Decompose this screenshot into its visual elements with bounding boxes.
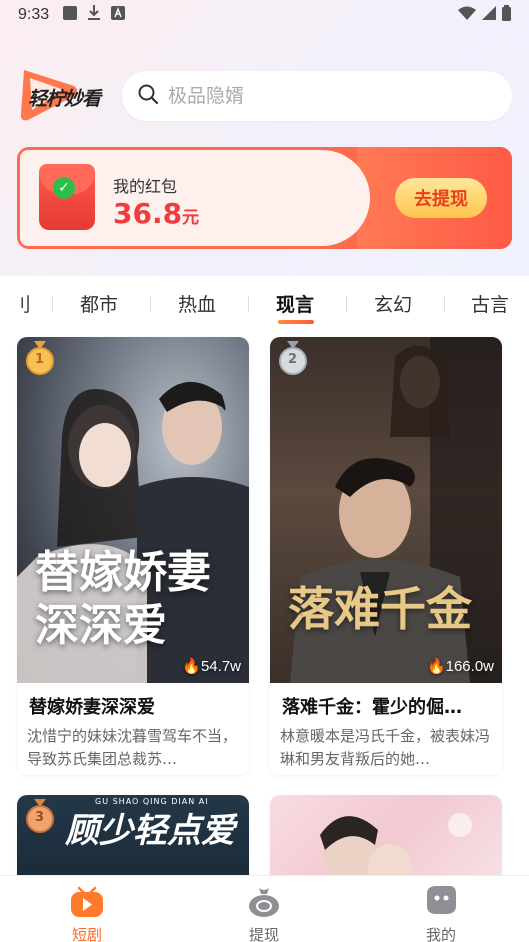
play-count: 🔥166.0w	[426, 658, 494, 675]
nav-label: 短剧	[71, 926, 102, 942]
app-logo: 轻柠妙看	[18, 66, 114, 124]
card-description: 林意暖本是冯氏千金，被表妹冯琳和男友背叛后的她…	[280, 727, 491, 768]
tab-ancient-romance[interactable]: 古言	[471, 290, 509, 317]
money-bag-icon	[247, 888, 281, 922]
nav-label: 提现	[248, 926, 279, 942]
poster-title: 落难千金	[288, 582, 472, 636]
red-packet-card[interactable]: ✓ 我的红包 36.8元 去提现	[17, 147, 512, 249]
tab-partial[interactable]: 刂	[12, 290, 31, 317]
wifi-icon	[458, 6, 476, 24]
logo-text: 轻柠妙看	[28, 88, 101, 110]
status-time: 9:33	[18, 6, 50, 23]
drama-poster[interactable]: 替嫁娇妻 深深爱 1 🔥54.7w	[17, 337, 249, 683]
rank-medal-gold: 1	[25, 341, 55, 375]
search-bar[interactable]	[122, 71, 512, 121]
drama-card[interactable]: 替嫁娇妻 深深爱 1 🔥54.7w 替嫁娇妻深深爱 沈惜宁的妹妹沈暮雪驾车不当，导…	[17, 337, 249, 775]
red-envelope-icon: ✓	[39, 164, 95, 230]
bottom-navigation: 短剧 提现 我的	[0, 875, 529, 942]
drama-card[interactable]	[270, 795, 502, 876]
rank-medal-silver: 2	[278, 341, 308, 375]
rank-medal-bronze: 3	[25, 799, 55, 833]
card-description: 沈惜宁的妹妹沈暮雪驾车不当，导致苏氏集团总裁苏…	[27, 727, 238, 768]
tv-play-icon	[70, 886, 104, 922]
nav-profile[interactable]: 我的	[396, 884, 486, 942]
rank-number: 1	[35, 352, 45, 367]
poster-title: 替嫁娇妻 深深爱	[35, 547, 211, 651]
search-input[interactable]	[168, 85, 488, 107]
nav-short-drama[interactable]: 短剧	[42, 884, 132, 942]
category-tabs: 刂 都市 热血 现言 玄幻 古言	[0, 276, 529, 328]
drama-card[interactable]: 落难千金 2 🔥166.0w 落难千金：霍少的倔… 林意暖本是冯氏千金，被表妹冯…	[270, 337, 502, 775]
poster-title: 顾少轻点爱	[65, 811, 235, 851]
check-icon: ✓	[53, 177, 75, 199]
packet-title: 我的红包	[113, 177, 178, 196]
fire-icon: 🔥	[182, 658, 201, 675]
battery-icon	[502, 5, 511, 25]
tab-modern-romance[interactable]: 现言	[276, 290, 314, 317]
drama-poster[interactable]: 落难千金 2 🔥166.0w	[270, 337, 502, 683]
tab-fantasy[interactable]: 玄幻	[374, 290, 412, 317]
font-a-icon	[111, 6, 126, 24]
signal-icon	[482, 6, 496, 24]
active-tab-indicator	[278, 320, 314, 324]
rank-number: 2	[288, 352, 298, 367]
poster-figures	[320, 813, 472, 876]
card-title: 替嫁娇妻深深爱	[29, 697, 155, 718]
packet-amount: 36.8元	[113, 197, 200, 230]
drama-feed: 替嫁娇妻 深深爱 1 🔥54.7w 替嫁娇妻深深爱 沈惜宁的妹妹沈暮雪驾车不当，导…	[0, 328, 529, 876]
fire-icon: 🔥	[426, 658, 446, 675]
rank-number: 3	[35, 810, 45, 825]
nav-withdraw[interactable]: 提现	[219, 884, 309, 942]
nav-label: 我的	[425, 926, 456, 942]
drama-card[interactable]: GU SHAO QING DIAN AI 顾少轻点爱 3	[17, 795, 249, 876]
notification-square-icon	[63, 6, 78, 24]
download-icon	[87, 5, 101, 25]
drama-poster[interactable]	[270, 795, 502, 876]
withdraw-button[interactable]: 去提现	[395, 178, 487, 218]
search-icon	[138, 84, 159, 108]
ghost-profile-icon	[424, 886, 458, 922]
packet-unit: 元	[182, 208, 200, 228]
status-bar: 9:33	[0, 0, 529, 30]
tab-hot-blood[interactable]: 热血	[178, 290, 216, 317]
drama-poster[interactable]: GU SHAO QING DIAN AI 顾少轻点爱 3	[17, 795, 249, 876]
card-title: 落难千金：霍少的倔…	[282, 697, 462, 718]
play-count: 🔥54.7w	[182, 658, 241, 675]
tab-urban[interactable]: 都市	[80, 290, 118, 317]
